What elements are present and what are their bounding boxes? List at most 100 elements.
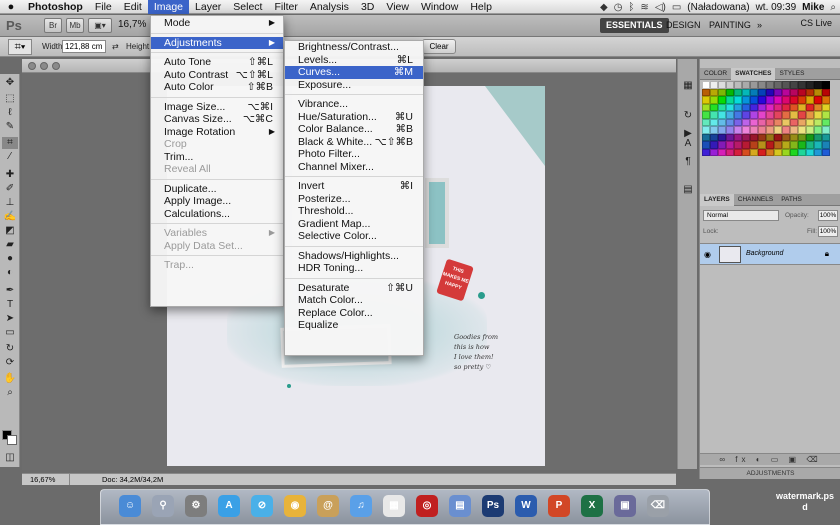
menu-item-brightness-contrast[interactable]: Brightness/Contrast... — [285, 41, 423, 54]
color-swatch[interactable] — [750, 96, 758, 104]
color-swatch[interactable] — [774, 141, 782, 149]
color-swatch[interactable] — [726, 118, 734, 126]
color-swatch[interactable] — [782, 111, 790, 119]
dock-calendar-icon[interactable]: ▦ — [383, 495, 405, 517]
color-swatch[interactable] — [702, 118, 710, 126]
color-swatch[interactable] — [750, 118, 758, 126]
color-swatch[interactable] — [702, 141, 710, 149]
dock-excel-icon[interactable]: X — [581, 495, 603, 517]
layers-panel-footer-icons[interactable]: ∞ fx ◐ ▭ ▣ ⌫ — [700, 453, 840, 465]
color-swatch[interactable] — [750, 88, 758, 96]
crop-tool-icon[interactable]: ⌗ — [2, 137, 18, 149]
zoom-tool-icon[interactable]: ⌕ — [2, 387, 18, 399]
menu-filter[interactable]: Filter — [268, 0, 303, 14]
color-swatch[interactable] — [822, 81, 830, 89]
layer-row-background[interactable]: ◉ Background 🔒︎ — [700, 243, 840, 265]
dock-safari-icon[interactable]: ⊘ — [251, 495, 273, 517]
color-swatch[interactable] — [814, 141, 822, 149]
color-swatch[interactable] — [806, 141, 814, 149]
color-swatch[interactable] — [806, 126, 814, 134]
color-swatch[interactable] — [822, 103, 830, 111]
color-swatch[interactable] — [734, 141, 742, 149]
marquee-tool-icon[interactable]: ⬚ — [2, 93, 18, 105]
volume-icon[interactable]: ◁) — [655, 2, 666, 13]
dock-preview-icon[interactable]: ▤ — [449, 495, 471, 517]
color-swatch[interactable] — [806, 81, 814, 89]
color-swatch[interactable] — [790, 103, 798, 111]
color-swatch[interactable] — [782, 148, 790, 156]
workspace-design[interactable]: DESIGN — [660, 18, 707, 33]
color-swatch[interactable] — [702, 133, 710, 141]
wifi-icon[interactable]: ≋ — [640, 2, 648, 13]
color-swatch[interactable] — [726, 148, 734, 156]
3d-orbit-tool-icon[interactable]: ⟳ — [2, 357, 18, 369]
status-zoom[interactable]: 16,67% — [30, 474, 70, 485]
workspace-painting[interactable]: PAINTING — [703, 18, 757, 33]
color-swatch[interactable] — [798, 148, 806, 156]
color-swatch[interactable] — [822, 133, 830, 141]
menu-help[interactable]: Help — [464, 0, 498, 14]
menu-item-equalize[interactable]: Equalize — [285, 319, 423, 332]
color-swatch[interactable] — [766, 141, 774, 149]
color-swatch[interactable] — [702, 88, 710, 96]
color-swatch[interactable] — [742, 133, 750, 141]
quick-mask-icon[interactable]: ◫ — [2, 452, 18, 464]
menu-item-posterize[interactable]: Posterize... — [285, 193, 423, 206]
menu-3d[interactable]: 3D — [355, 0, 380, 14]
crop-tool-preset-icon[interactable]: ⌗▾ — [8, 39, 32, 55]
menu-item-mode[interactable]: Mode ▶ — [151, 17, 283, 30]
cs-live-button[interactable]: CS Live — [800, 18, 832, 28]
color-swatch[interactable] — [758, 133, 766, 141]
spot-heal-tool-icon[interactable]: ✚ — [2, 169, 18, 181]
dock-itunes-icon[interactable]: ♫ — [350, 495, 372, 517]
color-swatch[interactable] — [742, 81, 750, 89]
color-swatch[interactable] — [734, 81, 742, 89]
menu-view[interactable]: View — [380, 0, 415, 14]
time-machine-icon[interactable]: ◷ — [614, 2, 623, 13]
color-swatch[interactable] — [766, 126, 774, 134]
menu-window[interactable]: Window — [415, 0, 464, 14]
color-swatch[interactable] — [710, 148, 718, 156]
color-swatch[interactable] — [790, 141, 798, 149]
battery-status[interactable]: (Naładowana) — [687, 2, 749, 13]
color-swatch[interactable] — [798, 96, 806, 104]
color-swatch[interactable] — [750, 111, 758, 119]
tab-styles[interactable]: STYLES — [775, 68, 808, 80]
menu-item-exposure[interactable]: Exposure... — [285, 79, 423, 92]
color-swatch[interactable] — [734, 118, 742, 126]
color-swatch[interactable] — [718, 118, 726, 126]
color-swatch[interactable] — [822, 118, 830, 126]
color-swatch[interactable] — [782, 118, 790, 126]
menu-item-invert[interactable]: Invert ⌘I — [285, 180, 423, 193]
color-swatch[interactable] — [718, 126, 726, 134]
color-swatch[interactable] — [742, 148, 750, 156]
tab-layers[interactable]: LAYERS — [700, 194, 734, 206]
menu-item-gradient-map[interactable]: Gradient Map... — [285, 218, 423, 231]
clear-button[interactable]: Clear — [422, 39, 456, 54]
color-swatch[interactable] — [766, 103, 774, 111]
histogram-icon[interactable]: ▦ — [681, 79, 695, 92]
color-swatch[interactable] — [790, 133, 798, 141]
menu-item-adjustments[interactable]: Adjustments ▶ — [151, 36, 283, 49]
color-swatch[interactable] — [710, 103, 718, 111]
user-name[interactable]: Mike — [802, 2, 824, 13]
color-swatch[interactable] — [790, 96, 798, 104]
color-swatch[interactable] — [798, 141, 806, 149]
color-swatch[interactable] — [790, 81, 798, 89]
color-swatch[interactable] — [718, 81, 726, 89]
menu-item-auto-contrast[interactable]: Auto Contrast ⌥⇧⌘L — [151, 69, 283, 82]
bluetooth-icon[interactable]: ᛒ — [628, 2, 634, 13]
dock-word-icon[interactable]: W — [515, 495, 537, 517]
color-swatch[interactable] — [710, 133, 718, 141]
stamp-tool-icon[interactable]: ⊥ — [2, 197, 18, 209]
color-swatch[interactable] — [814, 118, 822, 126]
menu-layer[interactable]: Layer — [189, 0, 227, 14]
quick-select-tool-icon[interactable]: ✎ — [2, 121, 18, 133]
color-swatch[interactable] — [790, 88, 798, 96]
color-swatch[interactable] — [782, 103, 790, 111]
color-swatch[interactable] — [782, 96, 790, 104]
color-swatch[interactable] — [806, 118, 814, 126]
color-swatch[interactable] — [782, 126, 790, 134]
color-swatch[interactable] — [758, 96, 766, 104]
color-swatch[interactable] — [742, 111, 750, 119]
